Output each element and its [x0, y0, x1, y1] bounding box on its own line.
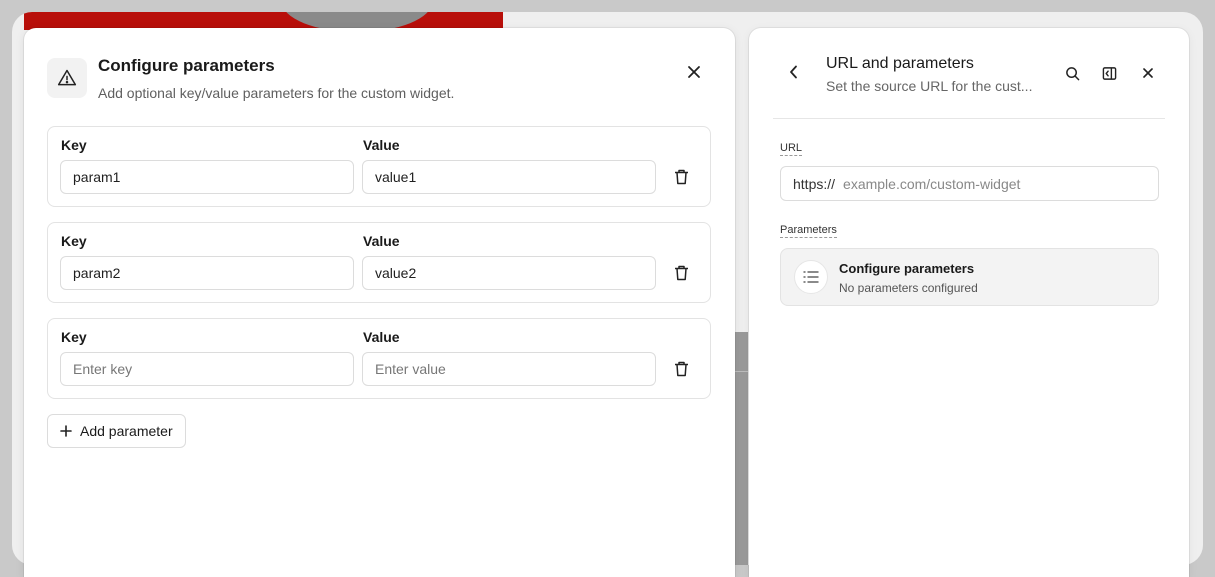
value-label: Value [363, 137, 400, 153]
chevron-left-icon [790, 65, 797, 79]
value-input[interactable] [362, 352, 656, 386]
key-label: Key [61, 233, 87, 249]
search-icon [1065, 66, 1079, 80]
configure-parameters-dialog: Configure parameters Add optional key/va… [24, 28, 735, 577]
parameters-label: Parameters [780, 224, 837, 238]
url-parameters-panel: URL and parameters Set the source URL fo… [749, 28, 1189, 577]
trash-icon [674, 169, 688, 185]
value-label: Value [363, 329, 400, 345]
configure-parameters-card[interactable]: Configure parameters No parameters confi… [780, 248, 1159, 306]
trash-icon [674, 361, 688, 377]
value-input[interactable] [362, 256, 656, 290]
panel-title: URL and parameters [826, 55, 974, 72]
dialog-title: Configure parameters [98, 56, 275, 75]
plus-icon [60, 425, 72, 437]
key-label: Key [61, 137, 87, 153]
trash-icon [674, 265, 688, 281]
url-field[interactable]: https:// [780, 166, 1159, 201]
key-input[interactable] [60, 256, 354, 290]
key-input[interactable] [60, 352, 354, 386]
back-button[interactable] [783, 61, 805, 83]
close-panel-button[interactable] [1137, 62, 1159, 84]
value-input[interactable] [362, 160, 656, 194]
url-prefix: https:// [793, 175, 836, 192]
divider [773, 118, 1165, 119]
value-label: Value [363, 233, 400, 249]
delete-parameter-button[interactable] [670, 358, 692, 380]
close-dialog-button[interactable] [680, 58, 708, 86]
close-icon [1143, 68, 1153, 78]
parameter-row: Key Value [47, 222, 711, 303]
configure-parameters-title: Configure parameters [839, 261, 975, 276]
toggle-panel-button[interactable] [1098, 62, 1120, 84]
warning-triangle-icon [47, 58, 87, 98]
sidebar-collapse-icon [1102, 66, 1116, 80]
url-input[interactable] [843, 175, 1134, 192]
parameter-row: Key Value [47, 318, 711, 399]
add-parameter-label: Add parameter [80, 423, 173, 439]
close-icon [688, 66, 700, 78]
delete-parameter-button[interactable] [670, 262, 692, 284]
parameter-row: Key Value [47, 126, 711, 207]
background-scroll-area [734, 332, 748, 565]
panel-subtitle: Set the source URL for the cust... [826, 78, 1033, 94]
configure-parameters-status: No parameters configured [839, 281, 978, 295]
list-icon [794, 260, 828, 294]
url-label: URL [780, 142, 803, 156]
delete-parameter-button[interactable] [670, 166, 692, 188]
key-input[interactable] [60, 160, 354, 194]
key-label: Key [61, 329, 87, 345]
search-button[interactable] [1061, 62, 1083, 84]
divider [734, 371, 748, 372]
add-parameter-button[interactable]: Add parameter [47, 414, 186, 448]
dialog-subtitle: Add optional key/value parameters for th… [98, 85, 455, 101]
